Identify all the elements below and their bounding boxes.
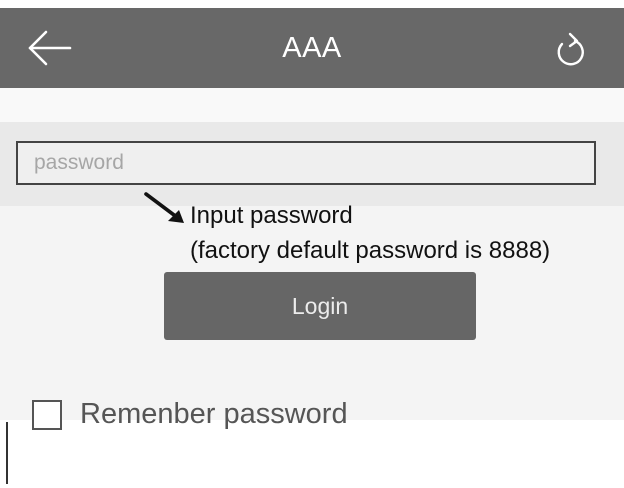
left-edge-divider [6, 422, 8, 484]
app-header: AAA [0, 8, 624, 88]
refresh-button[interactable] [553, 30, 589, 68]
password-hint: Input password [190, 202, 353, 229]
remember-password-label[interactable]: Remenber password [80, 398, 348, 431]
arrow-left-icon [28, 30, 72, 66]
remember-password-checkbox[interactable] [32, 400, 62, 430]
app-screen: AAA Input password (factory default pass… [0, 8, 624, 430]
back-button[interactable] [26, 28, 72, 68]
arrow-down-right-icon [144, 192, 184, 223]
login-button[interactable]: Login [164, 272, 476, 340]
header-subbar [0, 88, 624, 122]
refresh-icon [557, 32, 584, 66]
page-title: AAA [282, 32, 342, 64]
default-password-note: (factory default password is 8888) [190, 237, 551, 264]
password-input[interactable] [16, 141, 596, 185]
